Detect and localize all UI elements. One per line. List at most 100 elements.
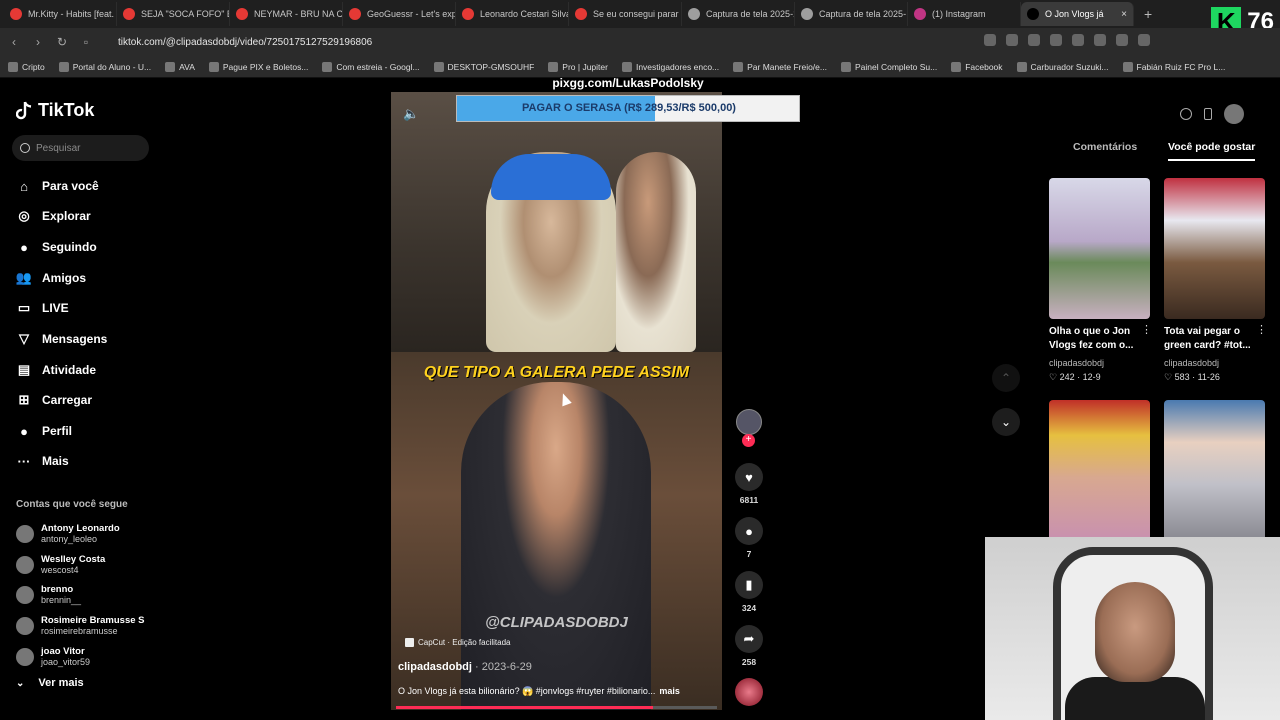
bookmark-item[interactable]: Cripto <box>8 61 45 72</box>
device-icon[interactable] <box>1204 108 1212 120</box>
save-button[interactable]: ▮ 324 <box>734 571 764 613</box>
extension-icon[interactable] <box>1050 34 1062 46</box>
bookmark-label: Carburador Suzuki... <box>1030 61 1109 72</box>
nav-item-para-você[interactable]: ⌂ Para você <box>16 178 99 194</box>
browser-tab[interactable]: Se eu consegui parar d <box>569 2 682 26</box>
nav-item-live[interactable]: ▭ LIVE <box>16 300 69 316</box>
nav-item-seguindo[interactable]: ● Seguindo <box>16 239 97 255</box>
close-tab-icon[interactable]: × <box>1121 9 1127 20</box>
bookmark-item[interactable]: Fabián Ruiz FC Pro L... <box>1122 61 1225 72</box>
browser-tab[interactable]: NEYMAR - BRU NA CO <box>230 2 343 26</box>
nav-item-carregar[interactable]: ⊞ Carregar <box>16 392 92 408</box>
tab-title: (1) Instagram <box>932 9 986 19</box>
bookmarks-bar: Cripto Portal do Aluno - U... AVA Pague PIX… <box>0 56 1280 78</box>
bookmark-favicon-icon <box>208 61 219 72</box>
comment-button[interactable]: ● 7 <box>734 517 764 559</box>
account-name: Rosimeire Bramusse S <box>41 615 145 626</box>
back-icon[interactable]: ‹ <box>4 35 24 49</box>
tab-you-may-like[interactable]: Você pode gostar <box>1168 141 1256 161</box>
suggested-video-title[interactable]: Tota vai pegar o green card? #tot... <box>1164 325 1259 353</box>
capcut-icon <box>405 638 414 647</box>
capcut-label[interactable]: CapCut · Edição facilitada <box>405 638 511 647</box>
extension-icon[interactable] <box>1028 34 1040 46</box>
extension-icon[interactable] <box>1094 34 1106 46</box>
video-author[interactable]: clipadasdobdj · 2023-6-29 <box>398 661 532 673</box>
followed-account[interactable]: Rosimeire Bramusse Srosimeirebramusse <box>16 615 145 637</box>
suggested-video-thumbnail[interactable] <box>1164 178 1265 319</box>
volume-icon[interactable]: 🔈 <box>403 106 419 122</box>
bookmark-item[interactable]: Carburador Suzuki... <box>1016 61 1109 72</box>
share-button[interactable]: ➦ 258 <box>734 625 764 667</box>
see-more-button[interactable]: ⌄ Ver mais <box>16 677 84 689</box>
extension-icon[interactable] <box>1006 34 1018 46</box>
browser-tab[interactable]: SEJA "SOCA FOFO" EM <box>117 2 230 26</box>
nav-item-amigos[interactable]: 👥 Amigos <box>16 270 86 286</box>
followed-account[interactable]: joao Vitor joao_vitor59 <box>16 646 90 668</box>
bookmark-item[interactable]: Pro | Jupiter <box>548 61 608 72</box>
user-avatar[interactable] <box>1224 104 1244 124</box>
more-options-icon[interactable]: ⋮ <box>1256 323 1267 336</box>
tiktok-logo[interactable]: TikTok <box>16 100 94 121</box>
browser-tab[interactable]: Captura de tela 2025-1 <box>682 2 795 26</box>
bookmark-item[interactable]: Investigadores enco... <box>621 61 719 72</box>
extension-icon[interactable] <box>1138 34 1150 46</box>
like-button[interactable]: ♥ 6811 <box>734 463 764 505</box>
tab-comments[interactable]: Comentários <box>1073 141 1137 153</box>
follow-plus-button[interactable]: + <box>742 434 755 447</box>
tab-title: O Jon Vlogs já <box>1045 9 1104 19</box>
video-caption-text: QUE TIPO A GALERA PEDE ASSIM <box>423 364 690 381</box>
new-tab-button[interactable]: + <box>1144 6 1152 22</box>
extension-icon[interactable] <box>1072 34 1084 46</box>
browser-tab[interactable]: GeoGuessr - Let's expl <box>343 2 456 26</box>
bookmark-item[interactable]: Painel Completo Su... <box>840 61 937 72</box>
tab-title: Mr.Kitty - Habits [feat. <box>28 9 115 19</box>
compass-icon: ◎ <box>18 208 30 223</box>
bookmark-item[interactable]: Pague PIX e Boletos... <box>208 61 308 72</box>
nav-item-explorar[interactable]: ◎ Explorar <box>16 208 90 224</box>
forward-icon[interactable]: › <box>28 35 48 49</box>
browser-tab[interactable]: Captura de tela 2025- <box>795 2 908 26</box>
previous-video-button[interactable]: ⌃ <box>992 364 1020 392</box>
suggested-video-author[interactable]: clipadasdobdj <box>1164 358 1219 368</box>
followed-account[interactable]: Antony Leonardo antony_leoleo <box>16 523 120 545</box>
nav-item-mensagens[interactable]: ▽ Mensagens <box>16 331 107 347</box>
nav-item-atividade[interactable]: ▤ Atividade <box>16 362 96 378</box>
nav-item-mais[interactable]: ··· Mais <box>16 453 69 469</box>
browser-tab[interactable]: Leonardo Cestari Silva <box>456 2 569 26</box>
suggested-video-thumbnail[interactable] <box>1164 400 1265 541</box>
coin-icon[interactable] <box>1180 108 1192 120</box>
extension-icon[interactable] <box>984 34 996 46</box>
bookmark-item[interactable]: AVA <box>165 61 195 72</box>
bookmark-item[interactable]: DESKTOP-GMSOUHF <box>433 61 534 72</box>
suggested-video-title[interactable]: Olha o que o Jon Vlogs fez com o... <box>1049 325 1144 353</box>
suggested-video-author[interactable]: clipadasdobdj <box>1049 358 1104 368</box>
followed-account[interactable]: brenno brennin__ <box>16 584 81 606</box>
video-progress-bar[interactable] <box>396 706 717 709</box>
followed-account[interactable]: Weslley Costa wescost4 <box>16 554 105 576</box>
author-name[interactable]: clipadasdobdj <box>398 661 472 673</box>
nav-item-perfil[interactable]: ● Perfil <box>16 423 72 439</box>
video-player[interactable]: QUE TIPO A GALERA PEDE ASSIM @CLIPADASDO… <box>391 92 722 710</box>
browser-tab[interactable]: (1) Instagram <box>908 2 1021 26</box>
suggested-video-thumbnail[interactable] <box>1049 178 1150 319</box>
bookmark-label: Facebook <box>965 61 1003 72</box>
bookmark-page-icon[interactable]: ▫ <box>76 35 96 49</box>
more-options-icon[interactable]: ⋮ <box>1141 323 1152 336</box>
browser-tab[interactable]: O Jon Vlogs já × <box>1021 2 1134 26</box>
creator-avatar[interactable] <box>736 409 762 435</box>
more-link[interactable]: mais <box>659 686 680 696</box>
bookmark-item[interactable]: Com estreia - Googl... <box>322 61 420 72</box>
suggested-video-thumbnail[interactable] <box>1049 400 1150 541</box>
bookmark-item[interactable]: Par Manete Freio/e... <box>733 61 827 72</box>
url-field[interactable]: tiktok.com/@clipadasdobdj/video/72501751… <box>118 37 372 48</box>
reload-icon[interactable]: ↻ <box>52 35 72 49</box>
bookmark-item[interactable]: Facebook <box>951 61 1003 72</box>
tab-favicon-icon <box>1027 8 1039 20</box>
video-description: O Jon Vlogs já esta bilionário? 😱 #jonvl… <box>398 686 680 697</box>
bookmark-item[interactable]: Portal do Aluno - U... <box>58 61 151 72</box>
extension-icon[interactable] <box>1116 34 1128 46</box>
browser-tab[interactable]: Mr.Kitty - Habits [feat. <box>4 2 117 26</box>
search-input[interactable]: Pesquisar <box>12 135 149 161</box>
music-disc-icon[interactable] <box>735 678 763 706</box>
next-video-button[interactable]: ⌄ <box>992 408 1020 436</box>
